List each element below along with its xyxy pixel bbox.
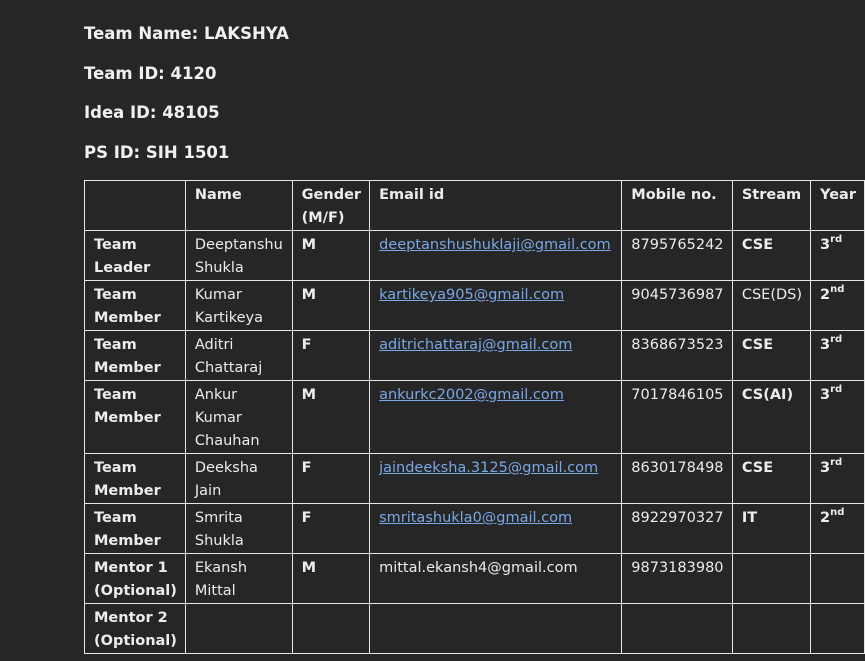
gender-cell: M	[291, 553, 371, 604]
mobile-cell: 8922970327	[621, 503, 733, 554]
role-cell: Team Leader	[84, 230, 186, 281]
email-cell: mittal.ekansh4@gmail.com	[369, 553, 623, 604]
email-text: mittal.ekansh4@gmail.com	[379, 560, 578, 576]
gender-cell	[291, 603, 371, 654]
year-cell: 3rd	[810, 453, 865, 504]
team-name: Team Name: LAKSHYA	[84, 24, 289, 43]
year-cell: 3rd	[810, 330, 865, 381]
year-cell	[810, 553, 865, 604]
name-cell: Ekansh Mittal	[184, 553, 293, 604]
mobile-cell: 7017846105	[621, 380, 733, 454]
year-value: 3	[820, 337, 831, 353]
year-suffix: rd	[830, 384, 843, 395]
role-cell: Team Member	[84, 380, 186, 454]
gender-cell: F	[291, 330, 371, 381]
header-mobile: Mobile no.	[621, 180, 733, 231]
stream-cell: IT	[731, 503, 812, 554]
year-cell: 3rd	[810, 230, 865, 281]
name-cell: Smrita Shukla	[184, 503, 293, 554]
table-row: Mentor 1 (Optional) Ekansh Mittal Mmittal.…	[84, 553, 865, 604]
mobile-cell: 9873183980	[621, 553, 733, 604]
gender-cell: F	[291, 503, 371, 554]
email-link[interactable]: jaindeeksha.3125@gmail.com	[379, 460, 598, 476]
table-row: Team Member Deeksha Jain Fjaindeeksha.3125…	[84, 453, 865, 504]
mobile-cell: 8368673523	[621, 330, 733, 381]
year-cell: 2nd	[810, 503, 865, 554]
ps-id: PS ID: SIH 1501	[84, 143, 230, 162]
name-cell: Aditri Chattaraj	[184, 330, 293, 381]
year-value: 2	[820, 287, 831, 303]
role-cell: Team Member	[84, 453, 186, 504]
email-cell: kartikeya905@gmail.com	[369, 280, 623, 331]
year-value: 2	[820, 510, 831, 526]
year-suffix: nd	[830, 284, 845, 295]
table-row: Mentor 2 (Optional)	[84, 603, 865, 654]
stream-cell	[731, 603, 812, 654]
email-cell	[369, 603, 623, 654]
stream-cell: CS(AI)	[731, 380, 812, 454]
table-row: Team Member Kumar Kartikeya Mkartikeya905@…	[84, 280, 865, 331]
header-email: Email id	[369, 180, 623, 231]
header-name: Name	[184, 180, 293, 231]
year-cell: 3rd	[810, 380, 865, 454]
table-row: Team Leader Deeptanshu Shukla Mdeeptanshus…	[84, 230, 865, 281]
table-header-row: Name Gender (M/F) Email id Mobile no. St…	[84, 180, 865, 231]
mobile-cell: 8630178498	[621, 453, 733, 504]
email-link[interactable]: deeptanshushuklaji@gmail.com	[379, 237, 611, 253]
name-cell	[184, 603, 293, 654]
header-gender: Gender (M/F)	[291, 180, 371, 231]
stream-cell: CSE	[731, 453, 812, 504]
email-cell: aditrichattaraj@gmail.com	[369, 330, 623, 381]
year-cell: 2nd	[810, 280, 865, 331]
team-id: Team ID: 4120	[84, 64, 217, 83]
header-stream: Stream	[731, 180, 812, 231]
name-cell: Deeptanshu Shukla	[184, 230, 293, 281]
header-role	[84, 180, 186, 231]
mobile-cell: 9045736987	[621, 280, 733, 331]
idea-id: Idea ID: 48105	[84, 103, 220, 122]
mobile-cell: 8795765242	[621, 230, 733, 281]
gender-cell: F	[291, 453, 371, 504]
email-cell: jaindeeksha.3125@gmail.com	[369, 453, 623, 504]
gender-cell: M	[291, 230, 371, 281]
role-cell: Team Member	[84, 503, 186, 554]
email-cell: deeptanshushuklaji@gmail.com	[369, 230, 623, 281]
role-cell: Team Member	[84, 330, 186, 381]
role-cell: Mentor 1 (Optional)	[84, 553, 186, 604]
team-table: Name Gender (M/F) Email id Mobile no. St…	[84, 180, 865, 654]
year-value: 3	[820, 237, 831, 253]
email-cell: ankurkc2002@gmail.com	[369, 380, 623, 454]
email-link[interactable]: smritashukla0@gmail.com	[379, 510, 572, 526]
name-cell: Kumar Kartikeya	[184, 280, 293, 331]
role-cell: Mentor 2 (Optional)	[84, 603, 186, 654]
table-row: Team Member Ankur Kumar Chauhan Mankurkc20…	[84, 380, 865, 454]
name-cell: Deeksha Jain	[184, 453, 293, 504]
email-link[interactable]: kartikeya905@gmail.com	[379, 287, 564, 303]
year-cell	[810, 603, 865, 654]
email-link[interactable]: aditrichattaraj@gmail.com	[379, 337, 572, 353]
year-suffix: rd	[830, 234, 843, 245]
stream-cell	[731, 553, 812, 604]
name-cell: Ankur Kumar Chauhan	[184, 380, 293, 454]
table-row: Team Member Aditri Chattaraj Faditrichatta…	[84, 330, 865, 381]
gender-cell: M	[291, 280, 371, 331]
email-cell: smritashukla0@gmail.com	[369, 503, 623, 554]
gender-cell: M	[291, 380, 371, 454]
year-suffix: nd	[830, 507, 845, 518]
year-value: 3	[820, 387, 831, 403]
table-row: Team Member Smrita Shukla Fsmritashukla0@g…	[84, 503, 865, 554]
role-cell: Team Member	[84, 280, 186, 331]
stream-cell: CSE(DS)	[731, 280, 812, 331]
email-link[interactable]: ankurkc2002@gmail.com	[379, 387, 564, 403]
year-value: 3	[820, 460, 831, 476]
stream-cell: CSE	[731, 330, 812, 381]
year-suffix: rd	[830, 334, 843, 345]
stream-cell: CSE	[731, 230, 812, 281]
header-year: Year	[810, 180, 865, 231]
year-suffix: rd	[830, 457, 843, 468]
mobile-cell	[621, 603, 733, 654]
